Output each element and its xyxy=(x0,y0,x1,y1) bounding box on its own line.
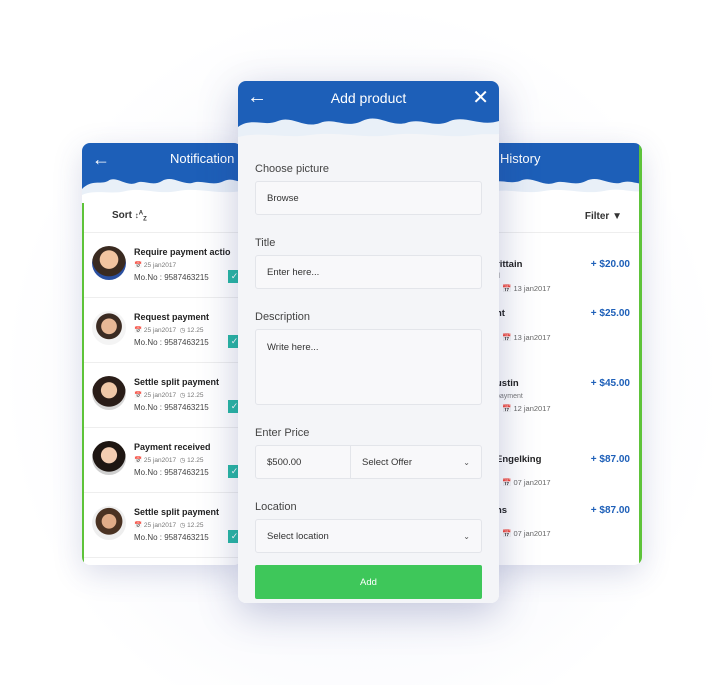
avatar xyxy=(92,441,126,475)
header-wave xyxy=(488,179,642,201)
notification-date: 📅 25 jan2017 ◷ 12.25 xyxy=(134,327,204,334)
history-date: 📅 13 jan2017 xyxy=(502,284,551,293)
sort-label: Sort xyxy=(112,210,132,222)
list-item[interactable]: Settle split payment 📅 25 jan2017 ◷ 12.2… xyxy=(82,363,242,428)
history-amount: + $25.00 xyxy=(590,308,630,319)
avatar xyxy=(92,311,126,345)
notification-title-text: Settle split payment xyxy=(134,507,220,517)
history-screen: History Filter ▼ rittain d 📅 13 jan2017 … xyxy=(488,143,642,565)
list-item[interactable]: Payment received 📅 25 jan2017 ◷ 12.25 Mo… xyxy=(82,428,242,493)
notification-date: 📅 25 jan2017 ◷ 12.25 xyxy=(134,522,204,529)
notification-date: 📅 25 jan2017 ◷ 12.25 xyxy=(134,392,204,399)
history-header: History xyxy=(488,143,642,201)
description-label: Description xyxy=(255,311,311,323)
location-value: Select location xyxy=(267,530,329,542)
notification-mobile: Mo.No : 9587463215 xyxy=(134,468,209,477)
title-label: Title xyxy=(255,237,276,249)
history-amount: + $87.00 xyxy=(590,505,630,516)
notification-title-text: Request payment xyxy=(134,312,210,322)
filter-button[interactable]: Filter ▼ xyxy=(585,211,622,222)
header-wave xyxy=(82,179,242,201)
history-title: History xyxy=(500,151,541,166)
close-icon[interactable]: ✕ xyxy=(472,85,489,110)
sort-toolbar: Sort ↕AZ xyxy=(82,201,242,233)
list-item[interactable]: Engelking 📅 07 jan2017 + $87.00 xyxy=(488,438,642,489)
history-name: Engelking xyxy=(496,454,542,465)
notification-date: 📅 25 jan2017 xyxy=(134,262,177,269)
notification-header: ← Notification xyxy=(82,143,242,201)
avatar xyxy=(92,246,126,280)
avatar xyxy=(92,376,126,410)
history-date: 📅 07 jan2017 xyxy=(502,529,551,538)
history-date: 📅 12 jan2017 xyxy=(502,404,551,413)
notification-title-text: Payment received xyxy=(134,442,211,452)
filter-funnel-icon: ▼ xyxy=(612,211,622,222)
list-item[interactable]: rittain d 📅 13 jan2017 + $20.00 xyxy=(488,249,642,300)
notification-screen: ← Notification Sort ↕AZ Require payment … xyxy=(82,143,242,565)
notification-mobile: Mo.No : 9587463215 xyxy=(134,533,209,542)
notification-mobile: Mo.No : 9587463215 xyxy=(134,403,209,412)
price-value: $500.00 xyxy=(267,456,302,468)
title-placeholder: Enter here... xyxy=(267,266,320,278)
history-name: rittain xyxy=(496,259,523,270)
notification-title-text: Require payment actio xyxy=(134,247,231,257)
price-input[interactable]: $500.00 xyxy=(255,445,351,479)
title-input[interactable]: Enter here... xyxy=(255,255,482,289)
add-product-header: ← Add product ✕ xyxy=(238,81,499,145)
history-sub: payment xyxy=(496,393,523,400)
showcase-stage: ← Notification Sort ↕AZ Require payment … xyxy=(0,0,723,685)
filter-label: Filter xyxy=(584,211,610,222)
price-label: Enter Price xyxy=(255,427,310,439)
history-amount: + $20.00 xyxy=(590,259,630,270)
history-name: ustin xyxy=(496,378,519,389)
chevron-down-icon: ⌄ xyxy=(463,457,470,467)
history-amount: + $87.00 xyxy=(590,454,630,465)
list-item[interactable]: Require payment actio 📅 25 jan2017 Mo.No… xyxy=(82,233,242,298)
location-label: Location xyxy=(255,501,297,513)
list-item[interactable]: Request payment 📅 25 jan2017 ◷ 12.25 Mo.… xyxy=(82,298,242,363)
list-item[interactable]: ustin payment 📅 12 jan2017 + $45.00 xyxy=(488,360,642,438)
add-product-screen: ← Add product ✕ Choose picture Browse Ti… xyxy=(238,81,499,603)
chevron-down-icon: ⌄ xyxy=(463,531,470,541)
offer-value: Select Offer xyxy=(362,456,412,468)
price-row: $500.00 Select Offer ⌄ xyxy=(255,445,482,479)
notification-date: 📅 25 jan2017 ◷ 12.25 xyxy=(134,457,204,464)
list-item[interactable]: ns 📅 07 jan2017 + $87.00 xyxy=(488,489,642,540)
add-product-title: Add product xyxy=(330,90,407,106)
history-date: 📅 07 jan2017 xyxy=(502,478,551,487)
filter-toolbar: Filter ▼ xyxy=(488,201,642,233)
notification-title: Notification xyxy=(170,151,235,166)
history-amount: + $45.00 xyxy=(590,378,630,389)
sort-button[interactable]: Sort ↕AZ xyxy=(112,210,147,223)
notification-title-text: Settle split payment xyxy=(134,377,220,387)
choose-picture-label: Choose picture xyxy=(255,163,329,175)
avatar xyxy=(92,506,126,540)
notification-mobile: Mo.No : 9587463215 xyxy=(134,273,209,282)
list-item[interactable]: nt 📅 13 jan2017 + $25.00 xyxy=(488,300,642,360)
back-arrow-icon[interactable]: ← xyxy=(92,149,110,170)
add-product-form: Choose picture Browse Title Enter here..… xyxy=(238,145,499,603)
offer-select[interactable]: Select Offer ⌄ xyxy=(351,445,482,479)
history-date: 📅 13 jan2017 xyxy=(502,333,551,342)
add-button[interactable]: Add xyxy=(255,565,482,599)
description-textarea[interactable]: Write here... xyxy=(255,329,482,405)
sort-az-icon: ↕AZ xyxy=(134,210,147,223)
browse-field[interactable]: Browse xyxy=(255,181,482,215)
description-placeholder: Write here... xyxy=(267,342,319,353)
browse-text: Browse xyxy=(267,192,299,204)
location-select[interactable]: Select location ⌄ xyxy=(255,519,482,553)
header-wave xyxy=(238,118,499,145)
list-item[interactable]: Settle split payment 📅 25 jan2017 ◷ 12.2… xyxy=(82,493,242,558)
notification-mobile: Mo.No : 9587463215 xyxy=(134,338,209,347)
